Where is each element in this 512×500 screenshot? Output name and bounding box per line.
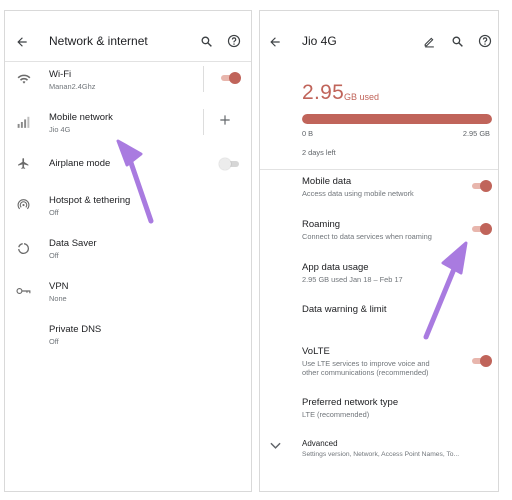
search-icon[interactable] (200, 35, 213, 48)
volte-label: VoLTE (302, 346, 330, 357)
add-icon[interactable] (218, 113, 232, 127)
top-app-bar: Network & internet (5, 29, 251, 55)
data-usage-bar-fill (302, 114, 492, 124)
private-dns-item[interactable]: Private DNS Off (5, 322, 251, 360)
page-title: Network & internet (49, 34, 148, 48)
vpn-item[interactable]: VPN None (5, 279, 251, 317)
hotspot-status: Off (49, 208, 59, 217)
volte-item[interactable]: VoLTE Use LTE services to improve voice … (260, 346, 498, 386)
back-arrow-icon[interactable] (268, 35, 282, 49)
mobile-data-label: Mobile data (302, 176, 352, 187)
wifi-item[interactable]: Wi-Fi Manan2.4Ghz (5, 66, 251, 104)
app-data-usage-sub: 2.95 GB used Jan 18 – Feb 17 (302, 275, 403, 284)
wifi-label: Wi-Fi (49, 69, 72, 80)
advanced-sub: Settings version, Network, Access Point … (302, 451, 460, 458)
hotspot-icon (17, 198, 30, 211)
volte-sub-line2: other communications (recommended) (302, 368, 429, 377)
airplane-mode-toggle[interactable] (219, 158, 241, 170)
wifi-network-name: Manan2.4Ghz (49, 82, 96, 91)
vpn-status: None (49, 294, 67, 303)
days-left: 2 days left (302, 148, 336, 157)
chevron-down-icon (270, 442, 281, 450)
usage-bar-min: 0 B (302, 129, 314, 138)
mobile-network-label: Mobile network (49, 112, 113, 123)
edit-icon[interactable] (423, 35, 436, 48)
data-used-unit: GB used (344, 92, 380, 102)
signal-icon (17, 116, 30, 128)
annotation-arrow (116, 139, 154, 224)
preferred-network-type-item[interactable]: Preferred network type LTE (recommended) (260, 397, 498, 433)
app-data-usage-label: App data usage (302, 262, 369, 273)
advanced-label: Advanced (302, 439, 338, 448)
page-title: Jio 4G (302, 34, 337, 48)
annotation-arrow (423, 241, 468, 340)
network-internet-screen: Network & internet Wi-Fi Manan2.4Ghz Mob… (4, 10, 252, 492)
vpn-label: VPN (49, 281, 69, 292)
search-icon[interactable] (451, 35, 464, 48)
mobile-data-item[interactable]: Mobile data Access data using mobile net… (260, 176, 498, 212)
data-warning-limit-label: Data warning & limit (302, 304, 387, 315)
mobile-data-toggle[interactable] (470, 180, 492, 192)
vpn-key-icon (16, 286, 31, 296)
mobile-data-sub: Access data using mobile network (302, 189, 414, 198)
volte-toggle[interactable] (470, 355, 492, 367)
data-saver-status: Off (49, 251, 59, 260)
data-used-value: 2.95 (302, 81, 345, 104)
wifi-toggle[interactable] (219, 72, 241, 84)
data-saver-label: Data Saver (49, 238, 97, 249)
roaming-sub: Connect to data services when roaming (302, 232, 432, 241)
top-app-bar: Jio 4G (260, 29, 498, 55)
advanced-item[interactable]: Advanced Settings version, Network, Acce… (260, 439, 498, 475)
airplane-mode-label: Airplane mode (49, 158, 111, 169)
jio-4g-screen: Jio 4G 2.95 GB used 0 B 2.95 GB 2 days l… (259, 10, 499, 492)
help-icon[interactable] (478, 34, 492, 48)
volte-sub-line1: Use LTE services to improve voice and (302, 359, 430, 368)
data-saver-item[interactable]: Data Saver Off (5, 236, 251, 274)
data-usage-bar (302, 114, 492, 124)
wifi-icon (17, 73, 31, 85)
data-saver-icon (17, 242, 30, 255)
private-dns-label: Private DNS (49, 324, 102, 335)
preferred-network-type-label: Preferred network type (302, 397, 399, 408)
private-dns-status: Off (49, 337, 59, 346)
airplane-icon (17, 157, 30, 170)
preferred-network-type-sub: LTE (recommended) (302, 410, 370, 419)
back-arrow-icon[interactable] (15, 35, 29, 49)
help-icon[interactable] (227, 34, 241, 48)
roaming-label: Roaming (302, 219, 341, 230)
usage-bar-max: 2.95 GB (462, 129, 490, 138)
mobile-network-carrier: Jio 4G (49, 125, 71, 134)
